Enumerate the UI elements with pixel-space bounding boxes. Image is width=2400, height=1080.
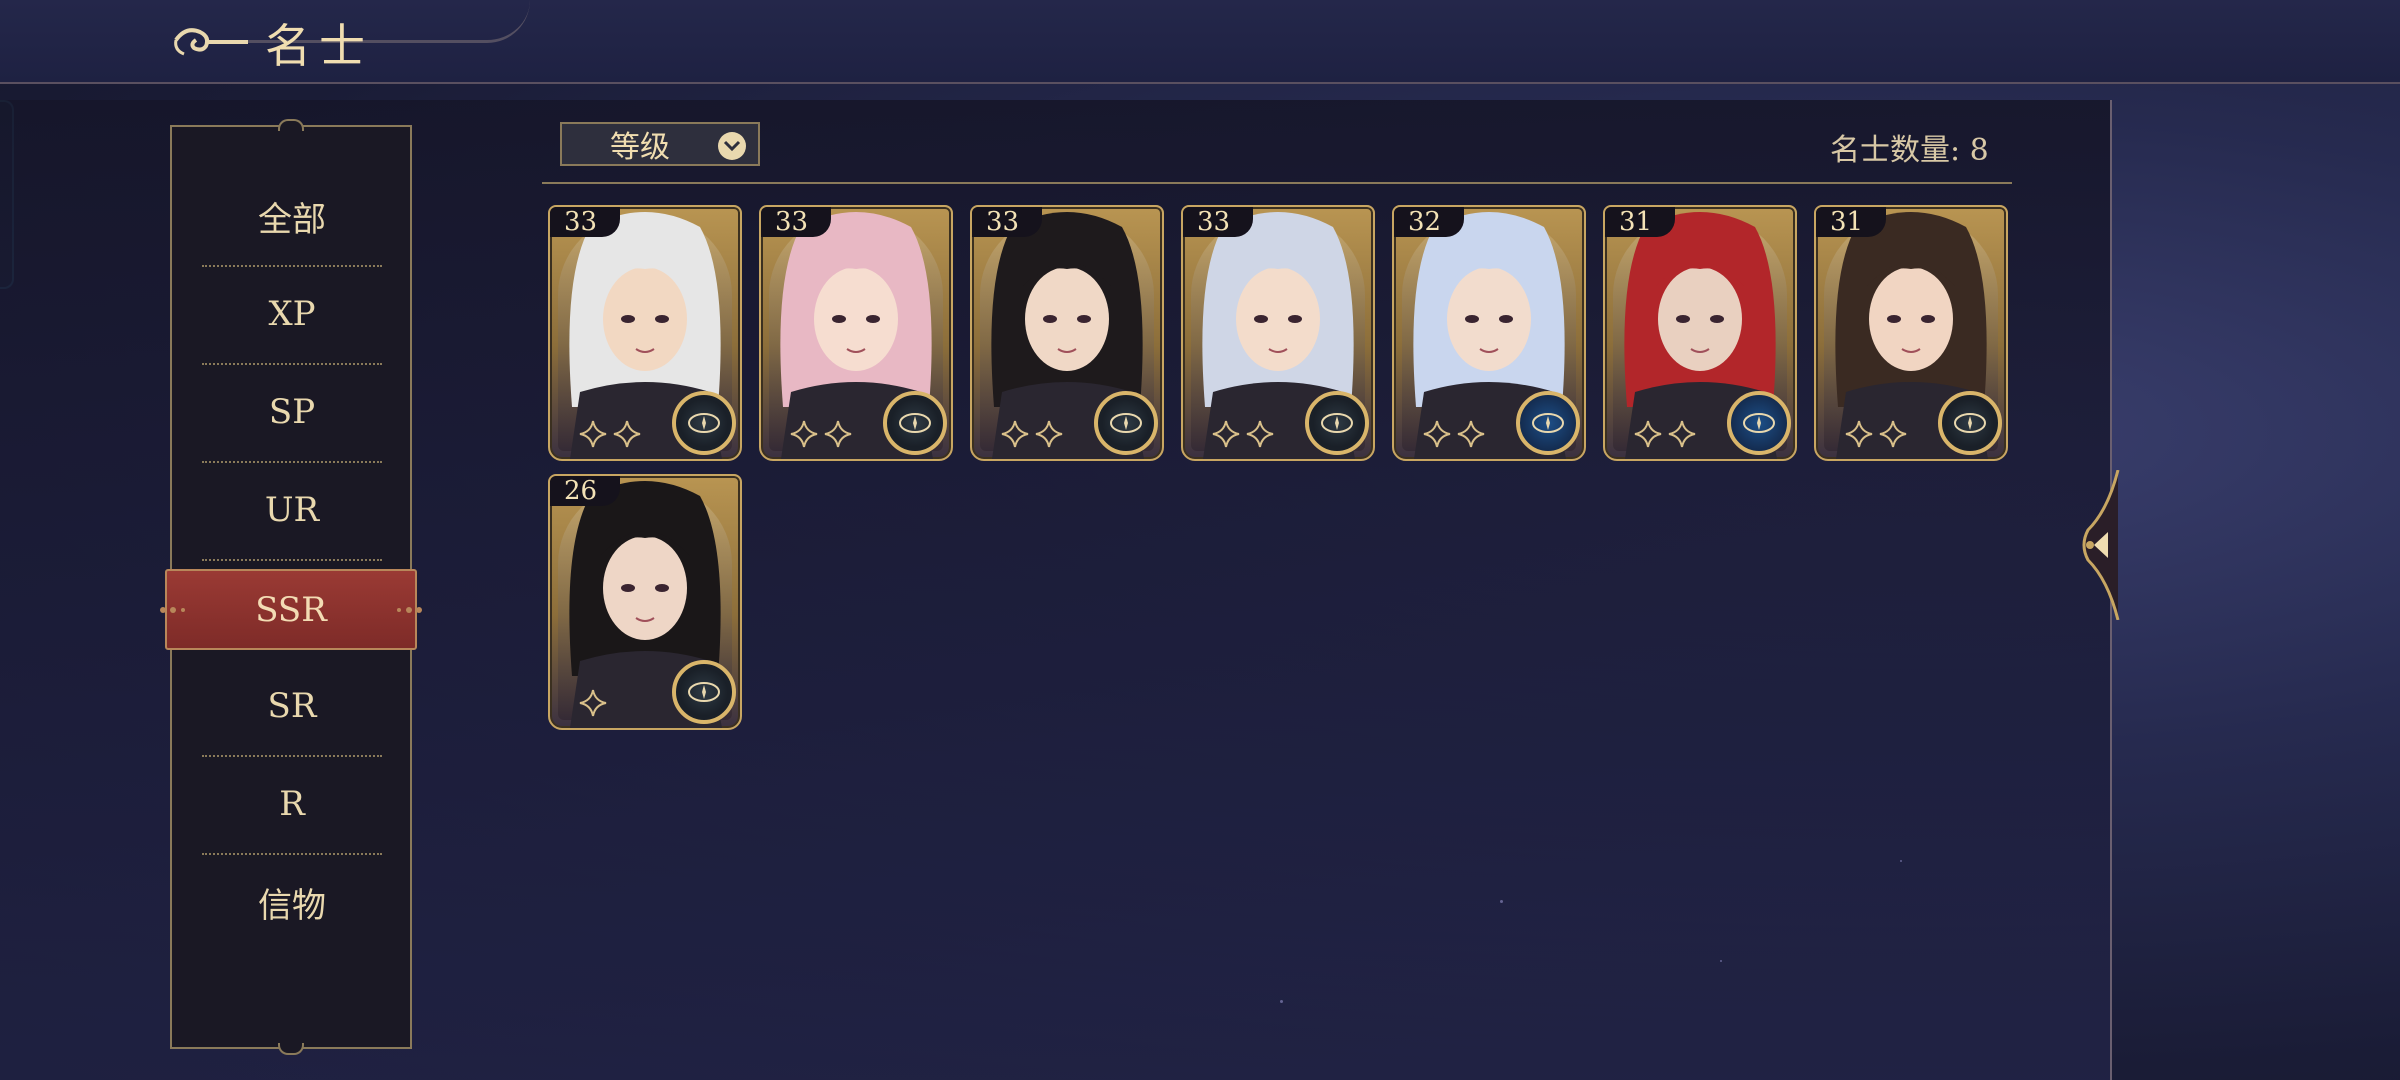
category-xp[interactable]: XP [202,265,382,365]
hero-card[interactable]: 32 [1392,205,1586,461]
category-sp[interactable]: SP [202,363,382,463]
category-label: SSR [255,589,327,630]
category-label: 全部 [258,199,326,240]
level-badge: 33 [1183,207,1253,237]
cloud-swirl-icon[interactable] [172,20,250,60]
star-icon [1001,420,1029,448]
hero-card[interactable]: 26 [548,474,742,730]
category-all[interactable]: 全部 [202,167,382,267]
element-badge-icon [1727,391,1791,455]
star-icon [1634,420,1662,448]
star-icon [1668,420,1696,448]
chevron-down-icon [718,132,746,160]
element-badge-icon [1094,391,1158,455]
star-icon [613,420,641,448]
level-badge: 31 [1816,207,1886,237]
element-badge-icon [1516,391,1580,455]
ornament-dots-icon [397,606,422,613]
hero-card[interactable]: 33 [970,205,1164,461]
hero-card[interactable]: 33 [1181,205,1375,461]
ornament-dots-icon [160,606,185,613]
element-badge-icon [883,391,947,455]
collapse-arrow-icon[interactable] [2078,470,2122,620]
category-label: SR [267,686,317,726]
background-sparkle [1720,960,1722,962]
star-icon [824,420,852,448]
star-icon [579,420,607,448]
sort-label: 等级 [610,130,670,165]
level-badge: 33 [761,207,831,237]
category-r[interactable]: R [202,755,382,855]
element-badge-icon [672,391,736,455]
category-label: 信物 [258,885,326,926]
hero-card[interactable]: 31 [1814,205,2008,461]
level-badge: 31 [1605,207,1675,237]
level-badge: 32 [1394,207,1464,237]
category-label: R [279,784,305,824]
element-badge-icon [672,660,736,724]
category-label: XP [268,294,316,334]
sidebar-notch [278,119,304,131]
element-badge-icon [1938,391,2002,455]
category-sr[interactable]: SR [202,657,382,757]
star-icon [579,689,607,717]
level-badge: 33 [972,207,1042,237]
star-icon [1212,420,1240,448]
hero-card[interactable]: 33 [759,205,953,461]
header-divider [542,182,2012,184]
category-label: UR [264,490,320,530]
star-icon [1845,420,1873,448]
category-ssr-selected[interactable]: SSR [160,569,422,650]
level-badge: 33 [550,207,620,237]
star-icon [1423,420,1451,448]
star-icon [1457,420,1485,448]
element-badge-icon [1305,391,1369,455]
star-icon [1879,420,1907,448]
star-icon [1035,420,1063,448]
page-title: 名士 [265,19,373,73]
top-header-bar: 名士 [0,0,2400,84]
star-icon [1246,420,1274,448]
sort-dropdown[interactable]: 等级 [560,122,760,166]
level-badge: 26 [550,476,620,506]
background-sparkle [1500,900,1503,903]
background-sparkle [1280,1000,1283,1003]
hero-count: 名士数量: 8 [1830,133,1989,168]
hero-card[interactable]: 31 [1603,205,1797,461]
category-token[interactable]: 信物 [202,853,382,951]
category-label: SP [268,392,316,432]
background-sparkle [1900,860,1902,862]
hero-card[interactable]: 33 [548,205,742,461]
category-ur[interactable]: UR [202,461,382,561]
star-icon [790,420,818,448]
